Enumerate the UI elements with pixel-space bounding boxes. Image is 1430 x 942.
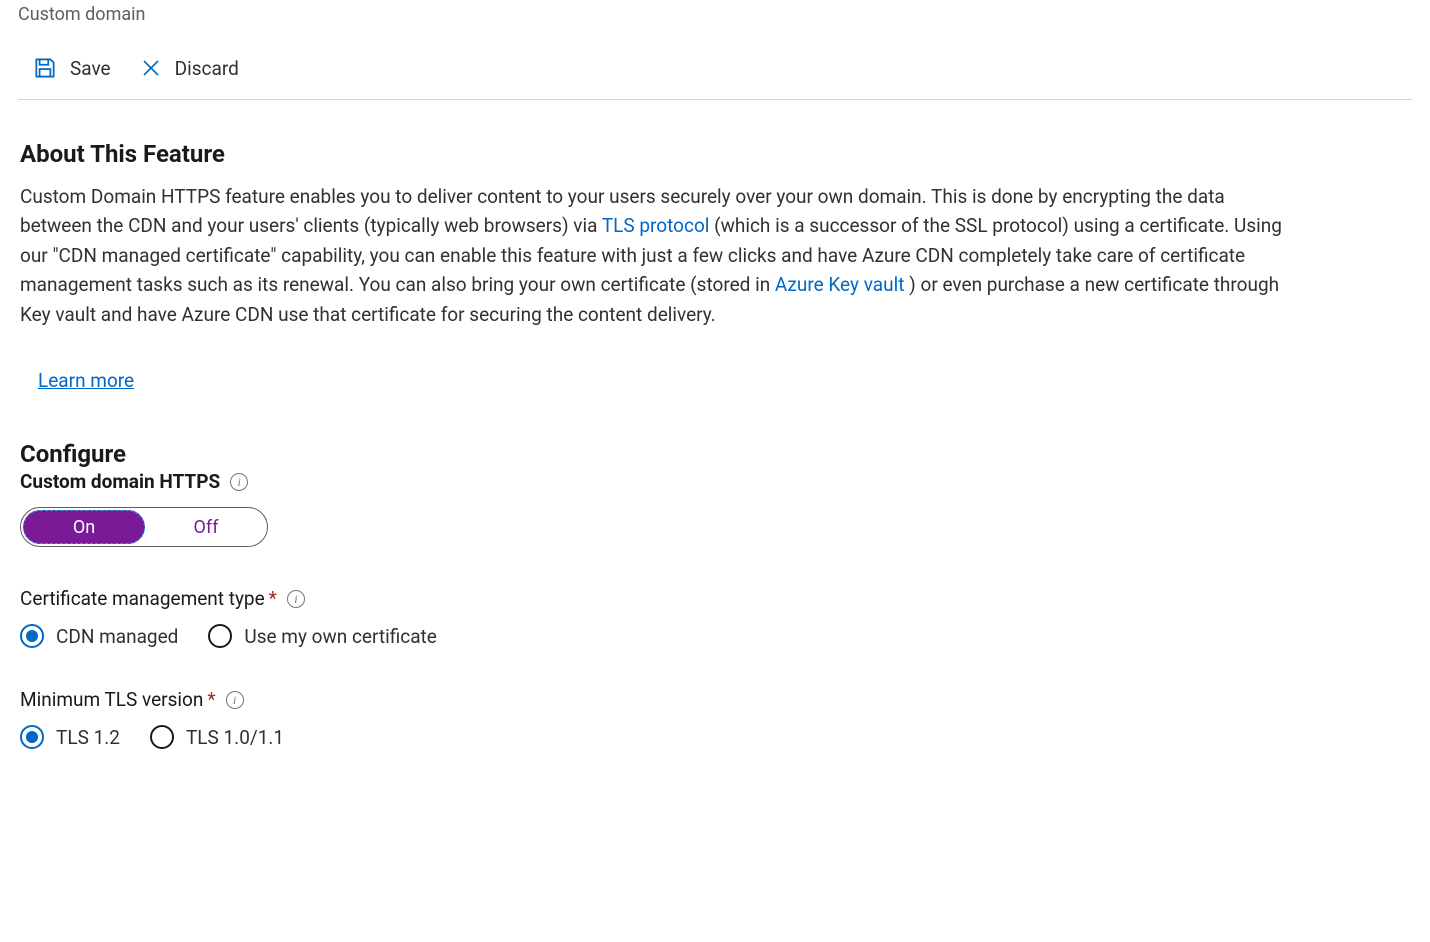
info-icon[interactable]: i <box>287 590 305 608</box>
discard-label: Discard <box>175 57 239 80</box>
radio-unselected-icon <box>208 624 232 648</box>
tls1011-label: TLS 1.0/1.1 <box>186 726 284 749</box>
tls-protocol-link[interactable]: TLS protocol <box>602 214 710 237</box>
https-toggle-on[interactable]: On <box>23 510 145 544</box>
https-toggle-off[interactable]: Off <box>145 508 267 546</box>
tls-radio-group: TLS 1.2 TLS 1.0/1.1 <box>20 725 1412 749</box>
cert-own-radio[interactable]: Use my own certificate <box>208 624 436 648</box>
info-icon[interactable]: i <box>226 691 244 709</box>
learn-more-link[interactable]: Learn more <box>38 369 134 392</box>
discard-button[interactable]: Discard <box>139 56 239 80</box>
cert-own-label: Use my own certificate <box>244 625 436 648</box>
about-description: Custom Domain HTTPS feature enables you … <box>20 182 1300 329</box>
azure-key-vault-link[interactable]: Azure Key vault <box>775 273 905 296</box>
custom-domain-https-label: Custom domain HTTPS <box>20 470 220 493</box>
toolbar: Save Discard <box>18 49 1412 100</box>
breadcrumb: Custom domain <box>18 4 1412 25</box>
tls1011-radio[interactable]: TLS 1.0/1.1 <box>150 725 284 749</box>
info-icon[interactable]: i <box>230 473 248 491</box>
close-icon <box>139 56 163 80</box>
cert-cdn-managed-radio[interactable]: CDN managed <box>20 624 178 648</box>
tls12-label: TLS 1.2 <box>56 726 120 749</box>
min-tls-label: Minimum TLS version* <box>20 688 216 711</box>
save-button[interactable]: Save <box>32 55 111 81</box>
radio-unselected-icon <box>150 725 174 749</box>
required-mark: * <box>269 587 277 610</box>
tls12-radio[interactable]: TLS 1.2 <box>20 725 120 749</box>
configure-title: Configure <box>20 440 1412 468</box>
about-title: About This Feature <box>20 140 1412 168</box>
save-label: Save <box>70 57 111 80</box>
cert-cdn-managed-label: CDN managed <box>56 625 178 648</box>
cert-type-radio-group: CDN managed Use my own certificate <box>20 624 1412 648</box>
required-mark: * <box>207 688 215 711</box>
radio-selected-icon <box>20 624 44 648</box>
save-icon <box>32 55 58 81</box>
radio-selected-icon <box>20 725 44 749</box>
https-toggle[interactable]: On Off <box>20 507 268 547</box>
cert-type-label: Certificate management type* <box>20 587 277 610</box>
